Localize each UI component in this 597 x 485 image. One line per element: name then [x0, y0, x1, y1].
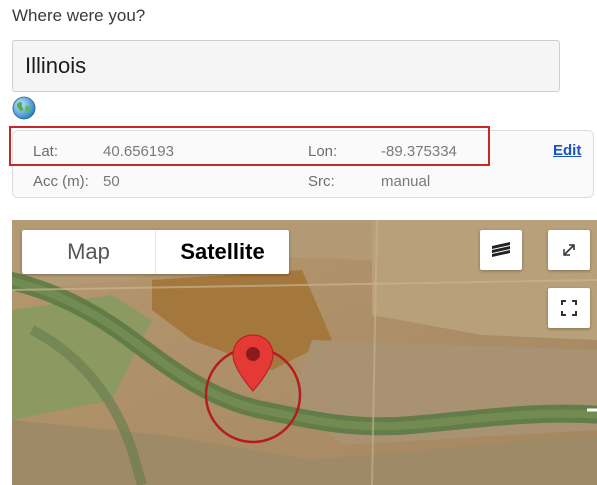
map-type-map-button[interactable]: Map [22, 230, 156, 274]
src-label: Src: [308, 173, 335, 190]
acc-label: Acc (m): [33, 173, 89, 190]
satellite-map[interactable]: Map Satellite [12, 220, 597, 485]
acc-value: 50 [103, 173, 120, 190]
external-link-icon [563, 244, 575, 256]
lon-value: -89.375334 [381, 143, 457, 160]
map-type-satellite-button[interactable]: Satellite [156, 230, 289, 274]
globe-icon[interactable] [12, 96, 36, 120]
question-label: Where were you? [12, 6, 146, 25]
fullscreen-icon [561, 300, 577, 316]
lat-value: 40.656193 [103, 143, 174, 160]
src-value: manual [381, 173, 431, 190]
map-type-control: Map Satellite [22, 230, 289, 274]
coordinates-panel: Lat: 40.656193 Lon: -89.375334 Acc (m): … [12, 130, 594, 198]
layers-button[interactable] [480, 230, 522, 270]
lon-label: Lon: [308, 143, 338, 160]
edit-link[interactable]: Edit [553, 142, 581, 159]
open-external-button[interactable] [548, 230, 590, 270]
fullscreen-button[interactable] [548, 288, 590, 328]
lat-label: Lat: [33, 143, 59, 160]
location-input[interactable] [12, 40, 560, 92]
map-pin-icon[interactable] [230, 333, 276, 393]
layers-icon [492, 242, 510, 257]
